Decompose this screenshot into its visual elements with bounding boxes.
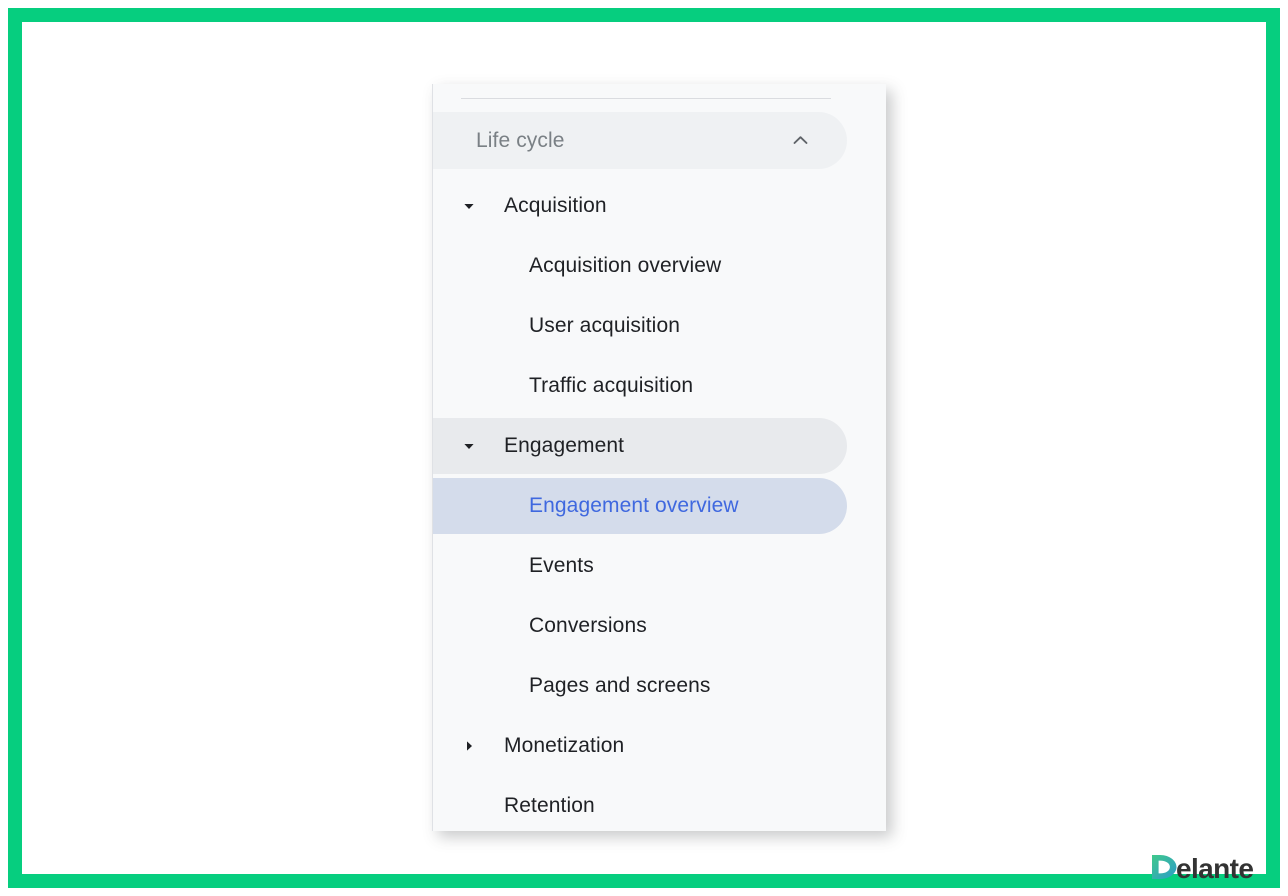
nav-item-conversions[interactable]: Conversions: [433, 596, 886, 656]
nav-item-engagement-overview[interactable]: Engagement overview: [433, 476, 886, 536]
triangle-down-icon[interactable]: [462, 199, 476, 213]
nav-item-label: Retention: [504, 794, 595, 818]
panel-top-divider: [461, 98, 831, 99]
section-header-label: Life cycle: [476, 129, 565, 153]
nav-item-label: Acquisition: [504, 194, 607, 218]
nav-item-monetization[interactable]: Monetization: [433, 716, 886, 776]
nav-item-user-acquisition[interactable]: User acquisition: [433, 296, 886, 356]
nav-item-acquisition-overview[interactable]: Acquisition overview: [433, 236, 886, 296]
nav-item-retention[interactable]: Retention: [433, 776, 886, 831]
nav-list: Acquisition Acquisition overview User ac…: [433, 176, 886, 831]
row-highlight: [433, 778, 847, 831]
nav-item-pages-and-screens[interactable]: Pages and screens: [433, 656, 886, 716]
nav-item-label: User acquisition: [529, 314, 680, 338]
nav-item-label: Conversions: [529, 614, 647, 638]
nav-item-events[interactable]: Events: [433, 536, 886, 596]
nav-item-label: Pages and screens: [529, 674, 710, 698]
row-highlight: [433, 718, 847, 774]
delante-logo: elante: [1150, 850, 1262, 884]
nav-item-label: Traffic acquisition: [529, 374, 693, 398]
nav-item-label: Engagement overview: [529, 494, 739, 518]
nav-item-label: Monetization: [504, 734, 624, 758]
row-highlight: [433, 418, 847, 474]
row-highlight: [433, 178, 847, 234]
nav-item-label: Events: [529, 554, 594, 578]
triangle-down-icon[interactable]: [462, 439, 476, 453]
svg-text:elante: elante: [1176, 853, 1253, 883]
white-canvas: Life cycle Acquisition: [22, 22, 1266, 874]
chevron-up-icon[interactable]: [792, 132, 809, 149]
triangle-right-icon[interactable]: [462, 739, 476, 753]
nav-item-acquisition[interactable]: Acquisition: [433, 176, 886, 236]
delante-wordmark-icon: elante: [1150, 851, 1262, 883]
section-header-life-cycle[interactable]: Life cycle: [433, 112, 847, 169]
nav-item-label: Engagement: [504, 434, 624, 458]
green-frame-border: Life cycle Acquisition: [8, 8, 1280, 888]
ga4-navigation-panel: Life cycle Acquisition: [432, 84, 886, 831]
nav-item-traffic-acquisition[interactable]: Traffic acquisition: [433, 356, 886, 416]
nav-item-label: Acquisition overview: [529, 254, 721, 278]
row-highlight: [433, 538, 847, 594]
nav-item-engagement[interactable]: Engagement: [433, 416, 886, 476]
